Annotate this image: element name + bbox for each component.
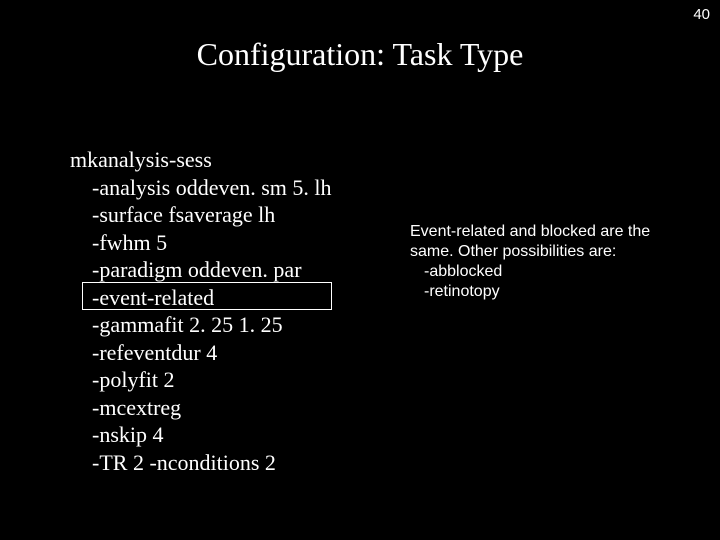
code-arg: -gammafit 2. 25 1. 25 (70, 311, 332, 339)
note-sub: -retinotopy (410, 282, 690, 302)
code-command: mkanalysis-sess (70, 146, 332, 174)
note-lead: Event-related and blocked are the same. … (410, 222, 690, 262)
code-arg: -nskip 4 (70, 421, 332, 449)
page-number: 40 (693, 6, 710, 23)
code-arg: -surface fsaverage lh (70, 201, 332, 229)
slide-title: Configuration: Task Type (0, 36, 720, 73)
note-block: Event-related and blocked are the same. … (410, 222, 690, 302)
code-arg: -mcextreg (70, 394, 332, 422)
code-arg: -analysis oddeven. sm 5. lh (70, 174, 332, 202)
code-block: mkanalysis-sess -analysis oddeven. sm 5.… (70, 146, 332, 476)
code-arg: -polyfit 2 (70, 366, 332, 394)
code-arg: -paradigm oddeven. par (70, 256, 332, 284)
code-arg: -TR 2 -nconditions 2 (70, 449, 332, 477)
code-arg: -refeventdur 4 (70, 339, 332, 367)
note-sub: -abblocked (410, 262, 690, 282)
slide: 40 Configuration: Task Type mkanalysis-s… (0, 0, 720, 540)
code-arg: -fwhm 5 (70, 229, 332, 257)
code-arg-highlighted: -event-related (70, 284, 332, 312)
